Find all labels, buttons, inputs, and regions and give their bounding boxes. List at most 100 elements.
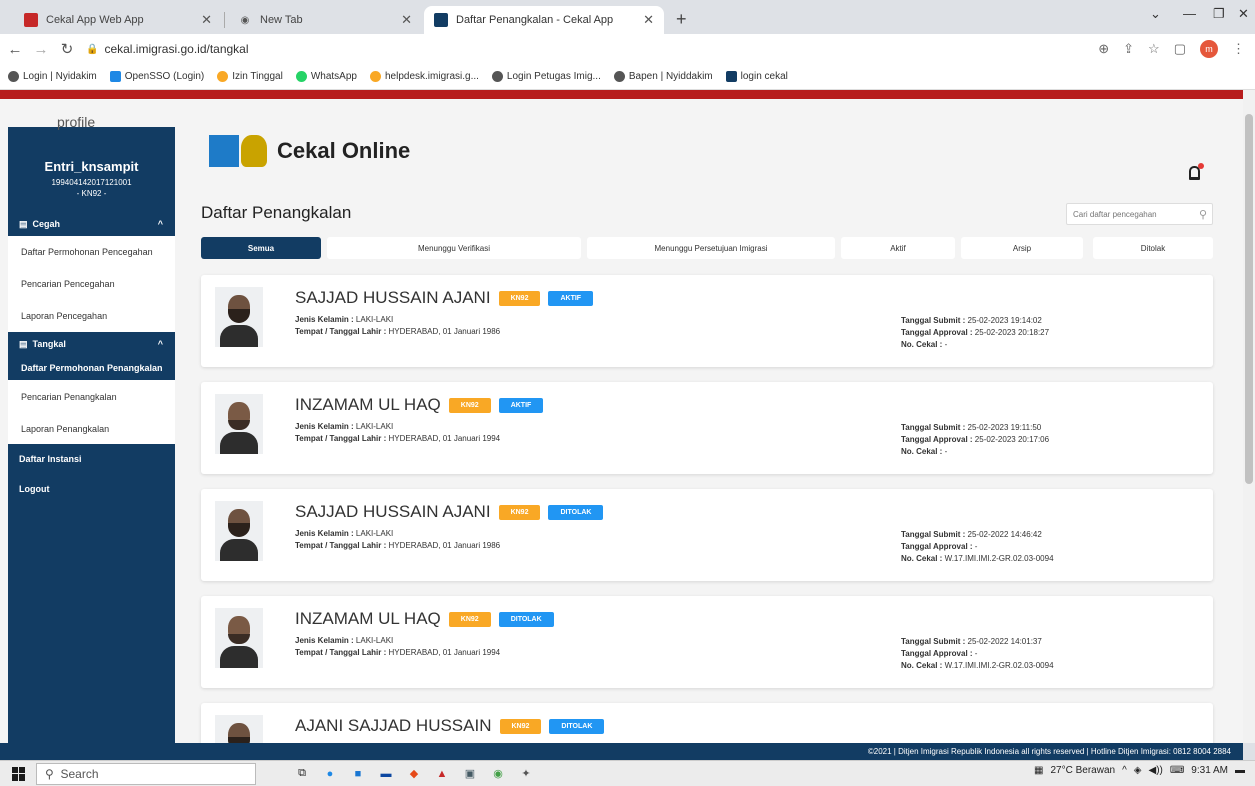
submit-row: Tanggal Submit : 25-02-2023 19:14:02 (901, 316, 1042, 325)
forward-icon[interactable]: → (30, 41, 52, 58)
sidebar-item-logout[interactable]: Logout (8, 474, 175, 504)
gender-label: Jenis Kelamin : (295, 636, 354, 645)
bookmark-login-cekal[interactable]: login cekal (725, 71, 788, 82)
person-body (220, 432, 258, 454)
document-icon: ▤ (19, 218, 28, 229)
app-icon[interactable]: ◆ (404, 764, 424, 784)
notification-center-icon[interactable]: ▬ (1235, 765, 1245, 776)
sidebar-item-daftar-permohonan-penangkalan[interactable]: Daftar Permohonan Penangkalan (8, 356, 175, 380)
search-icon[interactable]: ⚲ (1194, 208, 1212, 221)
new-tab-button[interactable]: + (676, 9, 687, 30)
minimize-window-icon[interactable]: — (1183, 6, 1196, 21)
tab-ditolak[interactable]: Ditolak (1093, 237, 1213, 259)
record-name-row: INZAMAM UL HAQ KN92 AKTIF (295, 395, 544, 415)
close-window-icon[interactable]: ✕ (1238, 6, 1249, 22)
volume-icon[interactable]: ◀)) (1149, 765, 1163, 776)
tab-menunggu-persetujuan-imigrasi[interactable]: Menunggu Persetujuan Imigrasi (587, 237, 835, 259)
sidebar-item-laporan-pencegahan[interactable]: Laporan Pencegahan (8, 300, 175, 332)
record-card[interactable]: INZAMAM UL HAQ KN92 AKTIF Jenis Kelamin … (201, 382, 1213, 474)
tab-menunggu-verifikasi[interactable]: Menunggu Verifikasi (327, 237, 581, 259)
bookmark-login-petugas[interactable]: Login Petugas Imig... (491, 71, 601, 82)
close-tab-icon[interactable]: ✕ (401, 12, 412, 28)
approval-value: - (974, 649, 978, 658)
tab-semua[interactable]: Semua (201, 237, 321, 259)
sidebar-item-daftar-permohonan-pencegahan[interactable]: Daftar Permohonan Pencegahan (8, 236, 175, 268)
gender-label: Jenis Kelamin : (295, 315, 354, 324)
sidebar-item-daftar-instansi[interactable]: Daftar Instansi (8, 444, 175, 474)
sidebar-item-laporan-penangkalan[interactable]: Laporan Penangkalan (8, 414, 175, 444)
sidebar-item-pencarian-penangkalan[interactable]: Pencarian Penangkalan (8, 380, 175, 414)
sidebar-item-pencarian-pencegahan[interactable]: Pencarian Pencegahan (8, 268, 175, 300)
tab-search-icon[interactable]: ⌄ (1150, 6, 1161, 22)
gender-row: Jenis Kelamin : LAKI-LAKI (295, 422, 393, 431)
app-icon[interactable]: ✦ (516, 764, 536, 784)
restore-window-icon[interactable]: ❐ (1213, 6, 1225, 22)
keyboard-icon[interactable]: ⌨ (1170, 765, 1184, 776)
file-explorer-icon[interactable]: ■ (348, 764, 368, 784)
bookmark-star-icon[interactable]: ☆ (1148, 41, 1160, 57)
side-panel-icon[interactable]: ▢ (1174, 41, 1186, 57)
page-scrollbar[interactable] (1243, 90, 1255, 743)
clock-time[interactable]: 9:31 AM (1191, 765, 1228, 776)
back-icon[interactable]: ← (4, 41, 26, 58)
zoom-icon[interactable]: ⊕ (1098, 41, 1109, 57)
menu-group-cegah[interactable]: ▤ Cegah ^ (8, 212, 175, 236)
pdf-icon[interactable]: ▲ (432, 764, 452, 784)
close-tab-icon[interactable]: ✕ (201, 12, 212, 28)
person-beard (228, 420, 250, 430)
store-icon[interactable]: ▣ (460, 764, 480, 784)
bookmark-helpdesk[interactable]: helpdesk.imigrasi.g... (369, 71, 479, 82)
scrollbar-thumb[interactable] (1245, 114, 1253, 484)
network-icon[interactable]: ◈ (1134, 765, 1142, 776)
menu-kebab-icon[interactable]: ⋮ (1232, 41, 1245, 57)
task-view-icon[interactable]: ⧉ (292, 764, 312, 784)
footer-copyright: ©2021 | Ditjen Imigrasi Republik Indones… (0, 743, 1243, 760)
notification-bell-icon[interactable] (1189, 163, 1204, 180)
bookmark-opensso[interactable]: OpenSSO (Login) (109, 71, 204, 82)
mail-icon[interactable]: ▬ (376, 764, 396, 784)
chevron-up-icon[interactable]: ^ (1122, 765, 1127, 776)
windows-start-icon[interactable] (12, 766, 26, 781)
record-card[interactable]: SAJJAD HUSSAIN AJANI KN92 AKTIF Jenis Ke… (201, 275, 1213, 367)
browser-tab-cekal-web-app[interactable]: Cekal App Web App ✕ (14, 6, 222, 34)
document-icon: ▤ (19, 338, 28, 349)
edge-icon[interactable]: ● (320, 764, 340, 784)
approval-label: Tanggal Approval : (901, 328, 973, 337)
bookmark-login-nyidakim[interactable]: Login | Nyidakim (8, 71, 97, 82)
widgets-icon[interactable]: ▦ (1034, 765, 1043, 776)
weather-text[interactable]: 27°C Berawan (1051, 765, 1116, 776)
no-cekal-row: No. Cekal : W.17.IMI.IMI.2-GR.02.03-0094 (901, 661, 1054, 670)
address-bar[interactable]: 🔒 cekal.imigrasi.go.id/tangkal (86, 42, 249, 56)
chrome-icon: ◉ (240, 14, 250, 26)
bookmark-bapen[interactable]: Bapen | Nyiddakim (613, 71, 713, 82)
gender-row: Jenis Kelamin : LAKI-LAKI (295, 529, 393, 538)
record-card[interactable]: INZAMAM UL HAQ KN92 DITOLAK Jenis Kelami… (201, 596, 1213, 688)
reload-icon[interactable]: ↻ (56, 40, 78, 58)
globe-icon (491, 71, 503, 82)
person-photo (215, 394, 263, 454)
taskbar-search[interactable]: ⚲ Search (36, 762, 256, 785)
tab-aktif[interactable]: Aktif (841, 237, 955, 259)
record-card[interactable]: SAJJAD HUSSAIN AJANI KN92 DITOLAK Jenis … (201, 489, 1213, 581)
chrome-icon[interactable]: ◉ (488, 764, 508, 784)
bookmark-izin-tinggal[interactable]: Izin Tinggal (217, 71, 283, 82)
bookmark-whatsapp[interactable]: WhatsApp (295, 71, 357, 82)
share-icon[interactable]: ⇪ (1123, 41, 1134, 57)
menu-group-tangkal[interactable]: ▤ Tangkal ^ (8, 332, 175, 356)
close-tab-icon[interactable]: ✕ (643, 12, 654, 28)
approval-row: Tanggal Approval : 25-02-2023 20:17:06 (901, 435, 1049, 444)
search-input[interactable] (1067, 209, 1194, 219)
tab-arsip[interactable]: Arsip (961, 237, 1083, 259)
bookmark-label: login cekal (740, 71, 788, 82)
person-photo (215, 715, 263, 743)
no-cekal-row: No. Cekal : - (901, 447, 947, 456)
chevron-up-icon: ^ (157, 219, 163, 229)
user-unit: - KN92 - (76, 189, 107, 198)
bookmark-label: Login Petugas Imig... (506, 71, 601, 82)
profile-avatar[interactable]: m (1200, 40, 1218, 58)
browser-tab-daftar-penangkalan[interactable]: Daftar Penangkalan - Cekal App ✕ (424, 6, 664, 34)
person-photo (215, 501, 263, 561)
browser-tab-new-tab[interactable]: ◉ New Tab ✕ (228, 6, 422, 34)
submit-row: Tanggal Submit : 25-02-2022 14:01:37 (901, 637, 1042, 646)
record-card[interactable]: AJANI SAJJAD HUSSAIN KN92 DITOLAK (201, 703, 1213, 743)
